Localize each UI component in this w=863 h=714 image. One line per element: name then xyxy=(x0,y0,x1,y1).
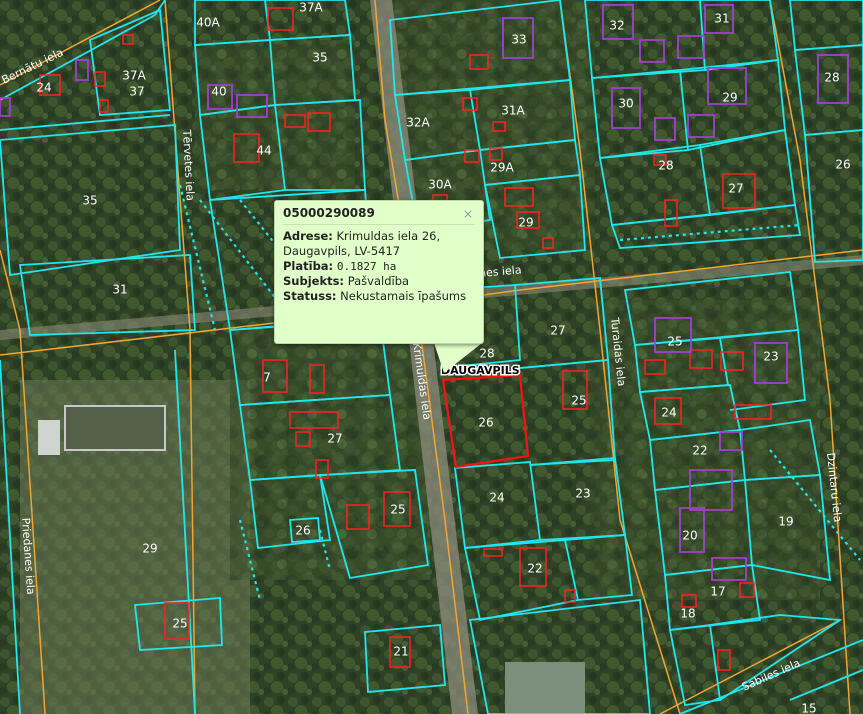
parcel-label: 31 xyxy=(112,283,127,297)
parcel-label: 17 xyxy=(710,585,725,599)
row-label: Platība: xyxy=(283,259,334,273)
parcel-label: 28 xyxy=(658,159,673,173)
parcel-label: 25 xyxy=(667,335,682,349)
parcel-label: 37A xyxy=(299,1,323,15)
yard-area xyxy=(230,330,430,580)
parcel-label: 30A xyxy=(428,178,452,192)
structure xyxy=(38,420,60,455)
parcel-label: 25 xyxy=(390,503,405,517)
parcel-label: 30 xyxy=(618,97,633,111)
parcel-label: 32 xyxy=(609,19,624,33)
parcel-label: 28 xyxy=(824,71,839,85)
close-icon[interactable]: × xyxy=(463,207,473,222)
parcel-label: 7 xyxy=(263,371,271,385)
row-label: Subjekts: xyxy=(283,274,345,288)
parcel-info-popup: × 05000290089 Adrese: Krimuldas iela 26,… xyxy=(274,200,484,344)
parcel-label: 29 xyxy=(142,542,157,556)
parcel-label: 35 xyxy=(312,51,327,65)
parcel-label: 19 xyxy=(778,515,793,529)
row-label: Statuss: xyxy=(283,289,337,303)
popup-row-status: Statuss: Nekustamais īpašums xyxy=(283,289,475,304)
popup-row-address: Adrese: Krimuldas iela 26, Daugavpils, L… xyxy=(283,229,475,259)
row-label: Adrese: xyxy=(283,229,333,243)
yard-area xyxy=(195,40,355,190)
parcel-label: 26 xyxy=(478,416,493,430)
parcel-label: 18 xyxy=(680,607,695,621)
parcel-label: 15 xyxy=(801,702,816,714)
parcel-label: 25 xyxy=(172,617,187,631)
parcel-label: 44 xyxy=(256,144,271,158)
parcel-label: 24 xyxy=(489,491,504,505)
parcel-label: 37A xyxy=(122,69,146,83)
parcel-label: 20 xyxy=(682,529,697,543)
parcel-label: 23 xyxy=(575,487,590,501)
popup-row-area: Platība: 0.1827 ha xyxy=(283,259,475,274)
parcel-label: 32A xyxy=(406,116,430,130)
parcel-label: 31A xyxy=(501,104,525,118)
parcel-label: 29 xyxy=(722,91,737,105)
parcel-label: 29A xyxy=(490,161,514,175)
parcel-label: 21 xyxy=(393,645,408,659)
row-value: Nekustamais īpašums xyxy=(340,289,467,303)
parcel-label: 24 xyxy=(661,406,676,420)
parcel-label: 35 xyxy=(82,194,97,208)
parcel-label: 26 xyxy=(835,158,850,172)
parcel-label: 22 xyxy=(692,444,707,458)
popup-title: 05000290089 xyxy=(283,206,475,225)
pool xyxy=(64,405,166,451)
parcel-label: 40 xyxy=(211,85,226,99)
parcel-label: 27 xyxy=(728,182,743,196)
parcel-label: 28 xyxy=(479,347,494,361)
parcel-label: 25 xyxy=(571,394,586,408)
popup-row-subject: Subjekts: Pašvaldība xyxy=(283,274,475,289)
parcel-label: 33 xyxy=(511,33,526,47)
parcel-label: 23 xyxy=(763,350,778,364)
parcel-label: 37 xyxy=(129,85,144,99)
parcel-label: 26 xyxy=(295,524,310,538)
parcel-label: 27 xyxy=(327,432,342,446)
row-value: Pašvaldība xyxy=(347,274,410,288)
parcel-label: 31 xyxy=(714,12,729,26)
parcel-label: 27 xyxy=(550,324,565,338)
parcel-label: 40A xyxy=(196,16,220,30)
parcel-label: 29 xyxy=(518,216,533,230)
row-value: 0.1827 ha xyxy=(336,260,397,273)
sports-court xyxy=(505,662,585,714)
parcel-label: 24 xyxy=(36,81,51,95)
parcel-label: 22 xyxy=(527,562,542,576)
